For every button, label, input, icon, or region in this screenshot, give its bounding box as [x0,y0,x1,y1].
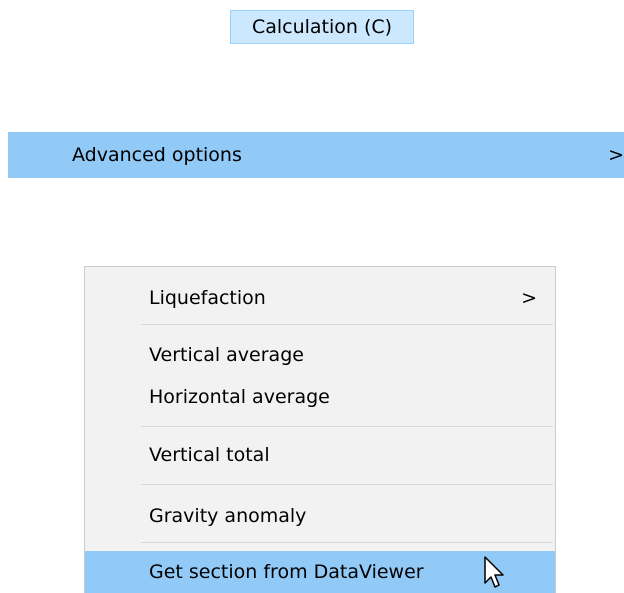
menu-separator [141,426,553,427]
advanced-options-submenu: Liquefaction > Vertical average Horizont… [84,266,556,593]
menu-separator [141,542,553,543]
submenu-item-liquefaction[interactable]: Liquefaction > [85,279,555,317]
submenu-item-label: Vertical total [149,444,270,466]
menu-calculation-label: Calculation (C) [251,16,393,38]
submenu-item-gravity-anomaly[interactable]: Gravity anomaly [85,497,555,535]
menu-separator [141,324,553,325]
submenu-item-vertical-average[interactable]: Vertical average [85,337,555,373]
submenu-item-label: Get section from DataViewer [149,561,424,583]
submenu-item-label: Vertical average [149,344,304,366]
mouse-pointer-icon [484,556,504,588]
advanced-options-label: Advanced options [72,144,242,166]
submenu-item-vertical-total[interactable]: Vertical total [85,437,555,473]
menu-item-advanced-options[interactable]: Advanced options > [8,132,624,178]
chevron-right-icon: > [608,144,624,166]
chevron-right-icon: > [521,287,537,309]
submenu-item-label: Liquefaction [149,287,266,309]
menu-calculation[interactable]: Calculation (C) [230,10,414,44]
submenu-item-label: Gravity anomaly [149,505,307,527]
submenu-item-horizontal-average[interactable]: Horizontal average [85,379,555,415]
submenu-item-label: Horizontal average [149,386,330,408]
menu-separator [141,484,553,485]
